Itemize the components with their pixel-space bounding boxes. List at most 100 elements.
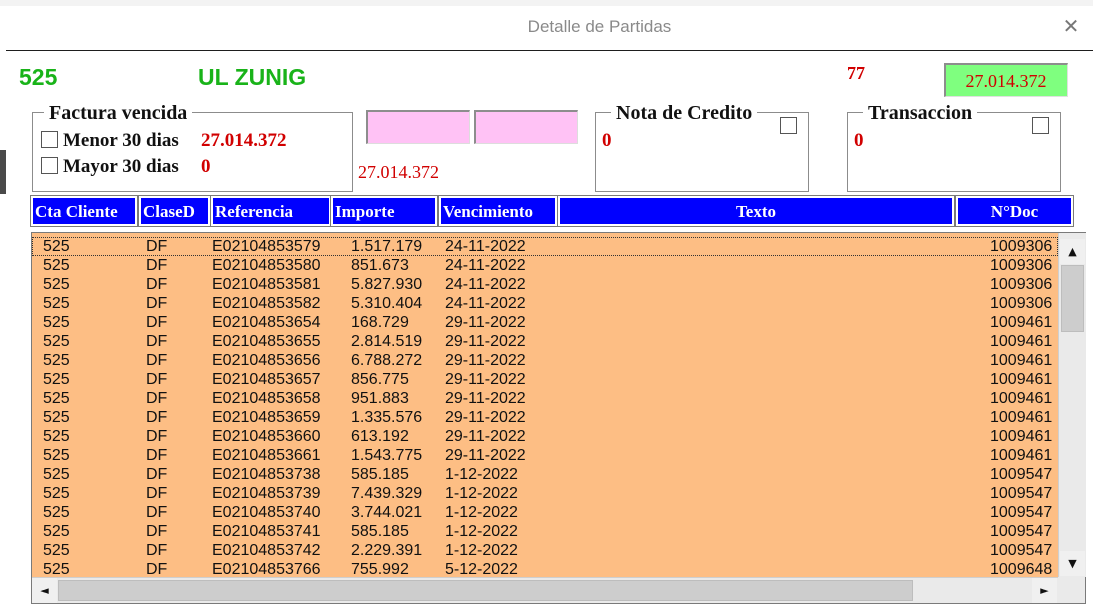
table-row[interactable]: 525 DF E02104853661 1.543.775 29-11-2022 1009… — [32, 446, 1058, 465]
cell-importe: 6.788.272 — [351, 352, 423, 369]
cell-vencimiento: 1-12-2022 — [445, 504, 518, 521]
table-row[interactable]: 525 DF E02104853654 168.729 29-11-2022 100946… — [32, 313, 1058, 332]
mayor-30-checkbox[interactable] — [41, 157, 58, 174]
table-row[interactable]: 525 DF E02104853581 5.827.930 24-11-2022 1009… — [32, 275, 1058, 294]
cell-ndoc: 1009461 — [990, 352, 1053, 369]
horizontal-scroll-thumb[interactable] — [58, 580, 913, 601]
table-row[interactable]: 525 DF E02104853658 951.883 29-11-2022 100946… — [32, 389, 1058, 408]
table-row[interactable]: 525 DF E02104853766 755.992 5-12-2022 1009648 — [32, 560, 1058, 577]
cell-referencia: E02104853741 — [212, 523, 321, 540]
partidas-list[interactable]: 525 DF E02104853579 1.517.179 24-11-2022 1009… — [31, 232, 1086, 604]
nota-credito-legend: Nota de Credito — [611, 102, 758, 125]
cell-clased: DF — [146, 276, 168, 293]
transaccion-value: 0 — [854, 130, 864, 151]
cell-cta-cliente: 525 — [43, 447, 70, 464]
cell-referencia: E02104853656 — [212, 352, 321, 369]
mayor-30-label: Mayor 30 dias — [63, 156, 179, 177]
cell-importe: 856.775 — [351, 371, 409, 388]
filter-field-2[interactable] — [474, 110, 578, 144]
filter-field-1[interactable] — [366, 110, 470, 144]
cell-clased: DF — [146, 542, 168, 559]
cell-vencimiento: 24-11-2022 — [445, 295, 526, 312]
cell-referencia: E02104853659 — [212, 409, 321, 426]
cell-clased: DF — [146, 238, 168, 255]
cell-cta-cliente: 525 — [43, 295, 70, 312]
column-header-cta-cliente[interactable]: Cta Cliente — [30, 195, 138, 227]
cell-ndoc: 1009306 — [990, 295, 1053, 312]
title-bar: Detalle de Partidas ✕ — [6, 6, 1093, 51]
column-header-referencia[interactable]: Referencia — [210, 195, 332, 227]
transaccion-legend: Transaccion — [863, 102, 978, 125]
scroll-left-button[interactable]: ◄ — [32, 578, 57, 603]
column-header-ndoc[interactable]: N°Doc — [955, 195, 1074, 227]
column-header-vencimiento[interactable]: Vencimiento — [438, 195, 558, 227]
table-row[interactable]: 525 DF E02104853741 585.185 1-12-2022 1009547 — [32, 522, 1058, 541]
scroll-right-button[interactable]: ► — [1032, 578, 1057, 603]
menor-30-checkbox[interactable] — [41, 131, 58, 148]
cell-referencia: E02104853582 — [212, 295, 321, 312]
table-row[interactable]: 525 DF E02104853739 7.439.329 1-12-2022 10095… — [32, 484, 1058, 503]
cell-cta-cliente: 525 — [43, 523, 70, 540]
nota-credito-checkbox[interactable] — [780, 117, 797, 134]
cell-importe: 613.192 — [351, 428, 409, 445]
cell-referencia: E02104853740 — [212, 504, 321, 521]
table-row[interactable]: 525 DF E02104853579 1.517.179 24-11-2022 1009… — [32, 237, 1058, 256]
cell-vencimiento: 29-11-2022 — [445, 447, 526, 464]
table-row[interactable]: 525 DF E02104853580 851.673 24-11-2022 100930… — [32, 256, 1058, 275]
horizontal-scrollbar[interactable]: ◄ ► — [32, 577, 1058, 603]
cell-referencia: E02104853738 — [212, 466, 321, 483]
cell-referencia: E02104853654 — [212, 314, 321, 331]
cell-cta-cliente: 525 — [43, 428, 70, 445]
table-row[interactable]: 525 DF E02104853657 856.775 29-11-2022 100946… — [32, 370, 1058, 389]
cell-clased: DF — [146, 466, 168, 483]
table-row[interactable]: 525 DF E02104853740 3.744.021 1-12-2022 10095… — [32, 503, 1058, 522]
cell-vencimiento: 29-11-2022 — [445, 371, 526, 388]
scrollbar-corner — [1058, 577, 1085, 603]
menor-30-label: Menor 30 dias — [63, 130, 179, 151]
cell-clased: DF — [146, 390, 168, 407]
vertical-scroll-thumb[interactable] — [1061, 265, 1084, 332]
cell-clased: DF — [146, 257, 168, 274]
cell-cta-cliente: 525 — [43, 257, 70, 274]
mayor-30-value: 0 — [201, 156, 211, 177]
nota-credito-value: 0 — [602, 130, 612, 151]
cell-importe: 585.185 — [351, 466, 409, 483]
table-row[interactable]: 525 DF E02104853742 2.229.391 1-12-2022 10095… — [32, 541, 1058, 560]
table-row[interactable]: 525 DF E02104853738 585.185 1-12-2022 1009547 — [32, 465, 1058, 484]
scroll-up-button[interactable]: ▲ — [1060, 239, 1085, 264]
table-row[interactable]: 525 DF E02104853656 6.788.272 29-11-2022 1009… — [32, 351, 1058, 370]
total-value: 27.014.372 — [965, 71, 1047, 91]
scroll-down-button[interactable]: ▼ — [1060, 551, 1085, 576]
partidas-rows: 525 DF E02104853579 1.517.179 24-11-2022 1009… — [32, 233, 1058, 577]
cell-clased: DF — [146, 295, 168, 312]
vertical-scrollbar[interactable]: ▲ ▼ — [1058, 233, 1086, 577]
cell-importe: 5.310.404 — [351, 295, 423, 312]
table-row[interactable]: 525 DF E02104853659 1.335.576 29-11-2022 1009… — [32, 408, 1058, 427]
cell-importe: 2.229.391 — [351, 542, 423, 559]
cell-vencimiento: 24-11-2022 — [445, 276, 526, 293]
cell-referencia: E02104853660 — [212, 428, 321, 445]
table-row[interactable]: 525 DF E02104853582 5.310.404 24-11-2022 1009… — [32, 294, 1058, 313]
column-header-clased[interactable]: ClaseD — [138, 195, 211, 227]
cell-cta-cliente: 525 — [43, 485, 70, 502]
window-title: Detalle de Partidas — [527, 17, 672, 36]
cell-vencimiento: 5-12-2022 — [445, 561, 518, 577]
cell-vencimiento: 29-11-2022 — [445, 390, 526, 407]
transaccion-checkbox[interactable] — [1032, 117, 1049, 134]
cell-referencia: E02104853579 — [212, 238, 321, 255]
cell-vencimiento: 1-12-2022 — [445, 485, 518, 502]
cell-cta-cliente: 525 — [43, 504, 70, 521]
cell-referencia: E02104853580 — [212, 257, 321, 274]
cell-clased: DF — [146, 561, 168, 577]
cell-importe: 1.335.576 — [351, 409, 423, 426]
table-row[interactable]: 525 DF E02104853655 2.814.519 29-11-2022 1009… — [32, 332, 1058, 351]
table-row[interactable]: 525 DF E02104853660 613.192 29-11-2022 100946… — [32, 427, 1058, 446]
cell-vencimiento: 24-11-2022 — [445, 257, 526, 274]
column-header-texto[interactable]: Texto — [557, 195, 955, 227]
cell-clased: DF — [146, 314, 168, 331]
cell-cta-cliente: 525 — [43, 409, 70, 426]
column-header-importe[interactable]: Importe — [330, 195, 438, 227]
cell-cta-cliente: 525 — [43, 314, 70, 331]
close-icon[interactable]: ✕ — [1060, 15, 1082, 37]
cell-clased: DF — [146, 504, 168, 521]
